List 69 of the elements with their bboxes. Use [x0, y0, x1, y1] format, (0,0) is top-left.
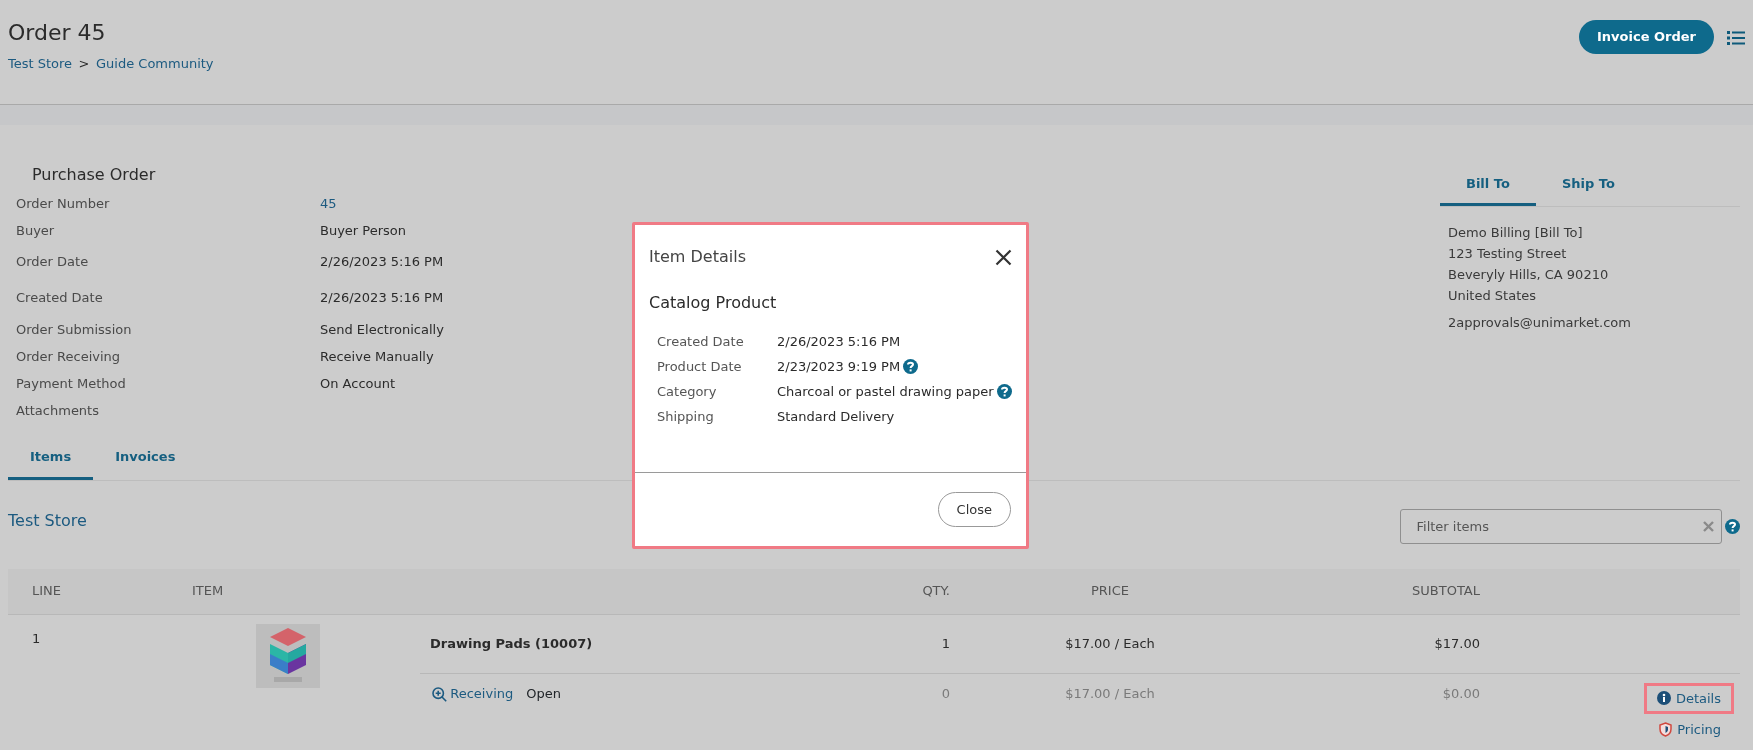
field-value: 2/26/2023 5:16 PM: [320, 289, 444, 308]
tab[interactable]: Items: [8, 437, 94, 480]
field-label: Created Date: [16, 289, 104, 308]
breadcrumb-separator: >: [78, 55, 90, 74]
quantity-text: 1: [941, 634, 950, 653]
close-button[interactable]: Close: [937, 491, 1011, 528]
tab[interactable]: Bill To: [1440, 165, 1536, 206]
field-label: Order Number: [16, 194, 111, 213]
filter-field[interactable]: Filter items: [1399, 508, 1722, 544]
close-button[interactable]: [995, 248, 1012, 266]
breadcrumb-link[interactable]: Test Store: [8, 54, 73, 74]
pricing-link[interactable]: Pricing: [1646, 714, 1734, 746]
address-line: Demo Billing [Bill To]: [1448, 223, 1584, 242]
line-number: 1: [32, 630, 41, 646]
dialog-title: Item Details: [649, 246, 746, 268]
page-title: Order 45: [8, 20, 107, 47]
field-value: Standard Delivery: [777, 407, 895, 426]
email-text: 2approvals@unimarket.com: [1448, 313, 1632, 332]
field-value: Buyer Person: [320, 221, 406, 240]
info-icon: [1656, 691, 1671, 706]
section-title: Purchase Order: [32, 165, 157, 185]
breadcrumb-link[interactable]: Guide Community: [96, 54, 214, 74]
price-text: $17.00 / Each: [1065, 685, 1155, 704]
address-line: 123 Testing Street: [1448, 244, 1568, 263]
field-value: 2/23/2023 9:19 PM: [777, 357, 901, 376]
help-icon[interactable]: [996, 384, 1012, 399]
field-label: Order Submission: [16, 320, 133, 339]
close-icon: [995, 248, 1012, 266]
tab[interactable]: Invoices: [93, 437, 198, 480]
price-text: $17.00 / Each: [1065, 634, 1155, 653]
quantity-text: 0: [941, 685, 950, 704]
field-label: Payment Method: [16, 374, 127, 393]
address-line: Beveryly Hills, CA 90210: [1448, 265, 1610, 284]
subtotal-text: $17.00: [1434, 634, 1480, 653]
menu-icon[interactable]: [1727, 30, 1745, 46]
address-line: United States: [1448, 286, 1538, 305]
order-number-link[interactable]: 45: [320, 193, 337, 214]
field-label: Product Date: [657, 357, 743, 376]
field-value: 2/26/2023 5:16 PM: [777, 332, 901, 351]
field-label: Shipping: [657, 407, 715, 426]
field-value: Send Electronically: [320, 320, 444, 339]
field-value: On Account: [320, 374, 396, 393]
shield-icon: [1659, 722, 1673, 738]
dialog-heading: Catalog Product: [649, 292, 778, 314]
field-value: Charcoal or pastel drawing paper: [777, 382, 994, 401]
column-header: ITEM: [192, 582, 224, 601]
column-header: SUBTOTAL: [1412, 582, 1480, 601]
column-header: QTY.: [922, 582, 950, 601]
field-label: Attachments: [16, 401, 100, 420]
store-title: Test Store: [8, 510, 87, 530]
field-label: Category: [657, 382, 718, 401]
tab[interactable]: Ship To: [1535, 165, 1641, 206]
item-name: Drawing Pads (10007): [430, 634, 593, 653]
zoom-in-icon: [432, 686, 447, 702]
status-text: Open: [526, 685, 561, 704]
field-label: Buyer: [16, 221, 56, 240]
column-header: LINE: [32, 582, 61, 601]
column-header: PRICE: [1091, 582, 1129, 601]
field-value: Receive Manually: [320, 347, 434, 366]
field-value: 2/26/2023 5:16 PM: [320, 253, 444, 272]
help-icon[interactable]: [1725, 518, 1740, 534]
field-label: Created Date: [657, 332, 745, 351]
subtotal-text: $0.00: [1442, 685, 1480, 704]
invoice-order-button[interactable]: Invoice Order: [1579, 20, 1714, 54]
field-label: Order Date: [16, 253, 90, 272]
receiving-link[interactable]: Receiving: [432, 684, 514, 704]
field-label: Order Receiving: [16, 347, 122, 366]
details-link[interactable]: Details: [1643, 682, 1734, 715]
help-icon[interactable]: [903, 359, 919, 374]
